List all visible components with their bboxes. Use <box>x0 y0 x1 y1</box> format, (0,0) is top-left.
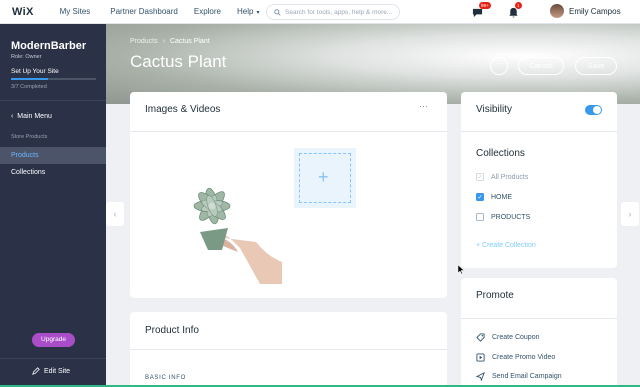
main-menu-link[interactable]: ‹ Main Menu <box>11 113 52 120</box>
add-image-button[interactable]: + <box>294 148 356 208</box>
collection-label: All Products <box>491 173 529 181</box>
card-divider <box>130 131 447 132</box>
search-input[interactable]: Search for tools, apps, help & more... <box>266 4 400 20</box>
main-menu-label: Main Menu <box>17 113 52 120</box>
promote-title: Promote <box>476 290 514 301</box>
checkbox-icon <box>476 213 484 221</box>
create-promo-video-link[interactable]: Create Promo Video <box>476 353 555 362</box>
edit-site-label: Edit Site <box>44 367 71 375</box>
nav-explore[interactable]: Explore <box>194 7 221 16</box>
tag-icon <box>476 333 485 342</box>
setup-progress-fill <box>11 78 48 80</box>
sidebar-divider <box>0 100 106 101</box>
add-image-dropzone: + <box>299 153 351 203</box>
create-coupon-label: Create Coupon <box>492 334 540 341</box>
prev-arrow-icon[interactable]: ‹ <box>106 202 124 226</box>
page-title: Cactus Plant <box>130 52 227 71</box>
send-email-campaign-label: Send Email Campaign <box>492 373 562 380</box>
collections-title: Collections <box>476 148 525 159</box>
send-email-campaign-link[interactable]: Send Email Campaign <box>476 372 562 381</box>
search-icon <box>274 8 281 16</box>
setup-site-link[interactable]: Set Up Your Site <box>11 68 59 75</box>
collection-products[interactable]: PRODUCTS <box>476 213 530 221</box>
next-arrow-icon[interactable]: › <box>621 202 639 226</box>
collection-all-products[interactable]: ✓ All Products <box>476 173 528 181</box>
create-collection-link[interactable]: + Create Collection <box>476 242 536 249</box>
visibility-toggle[interactable] <box>585 105 602 115</box>
toggle-knob <box>593 106 601 114</box>
video-icon <box>476 353 485 362</box>
chat-badge: 99+ <box>479 2 491 9</box>
section-title: Store Products <box>11 134 48 140</box>
visibility-title: Visibility <box>476 104 512 115</box>
user-name[interactable]: Emily Campos <box>569 7 621 16</box>
plus-icon: + <box>318 167 329 187</box>
send-icon <box>476 372 485 381</box>
breadcrumb-separator: › <box>162 38 165 45</box>
images-title: Images & Videos <box>145 104 221 115</box>
sidebar-divider <box>0 358 106 359</box>
chat-icon[interactable]: 99+ <box>472 2 491 23</box>
nav-help[interactable]: Help ▾ <box>237 7 259 16</box>
collection-label: PRODUCTS <box>491 213 531 221</box>
edit-site-button[interactable]: Edit Site <box>32 367 70 375</box>
collection-home[interactable]: ✓ HOME <box>476 193 512 201</box>
card-divider <box>461 131 617 132</box>
cancel-button[interactable]: Cancel <box>518 57 564 75</box>
more-actions-button[interactable]: ··· <box>490 57 508 75</box>
chevron-down-icon: ▾ <box>256 10 260 16</box>
mouse-cursor-icon <box>458 265 464 274</box>
collection-label: HOME <box>491 193 512 201</box>
card-divider <box>461 318 617 319</box>
card-divider <box>130 349 447 350</box>
site-name[interactable]: ModernBarber <box>11 40 86 52</box>
wix-logo[interactable]: WiX <box>12 6 34 18</box>
upgrade-button[interactable]: Upgrade <box>32 333 75 347</box>
create-promo-video-label: Create Promo Video <box>492 354 556 361</box>
breadcrumb-current: Cactus Plant <box>169 38 210 45</box>
product-info-title: Product Info <box>145 325 199 336</box>
bell-icon[interactable]: 1 <box>508 2 522 23</box>
images-more-button[interactable]: ··· <box>419 101 428 111</box>
create-coupon-link[interactable]: Create Coupon <box>476 333 539 342</box>
checkbox-checked-icon: ✓ <box>476 193 484 201</box>
nav-help-label: Help <box>236 7 254 16</box>
breadcrumb: Products › Cactus Plant <box>130 38 210 45</box>
checkbox-disabled-icon: ✓ <box>476 173 484 181</box>
product-image[interactable] <box>178 178 282 284</box>
basic-info-label: BASIC INFO <box>145 375 187 381</box>
avatar[interactable] <box>550 4 564 18</box>
sidebar-item-collections[interactable]: Collections <box>0 164 106 181</box>
setup-progress-bar <box>11 78 96 80</box>
save-button[interactable]: Save <box>575 57 617 75</box>
sidebar: ModernBarber Role: Owner Set Up Your Sit… <box>0 24 106 387</box>
setup-completed-count: 3/7 Completed <box>11 84 47 90</box>
sidebar-item-products[interactable]: Products <box>0 147 106 164</box>
breadcrumb-products[interactable]: Products <box>130 38 158 45</box>
search-placeholder: Search for tools, apps, help & more... <box>285 8 393 16</box>
pencil-icon <box>32 367 40 375</box>
notification-badge: 1 <box>515 2 522 9</box>
nav-my-sites[interactable]: My Sites <box>60 7 91 16</box>
nav-partner-dashboard[interactable]: Partner Dashboard <box>110 7 178 16</box>
role-label: Role: Owner <box>11 54 42 60</box>
